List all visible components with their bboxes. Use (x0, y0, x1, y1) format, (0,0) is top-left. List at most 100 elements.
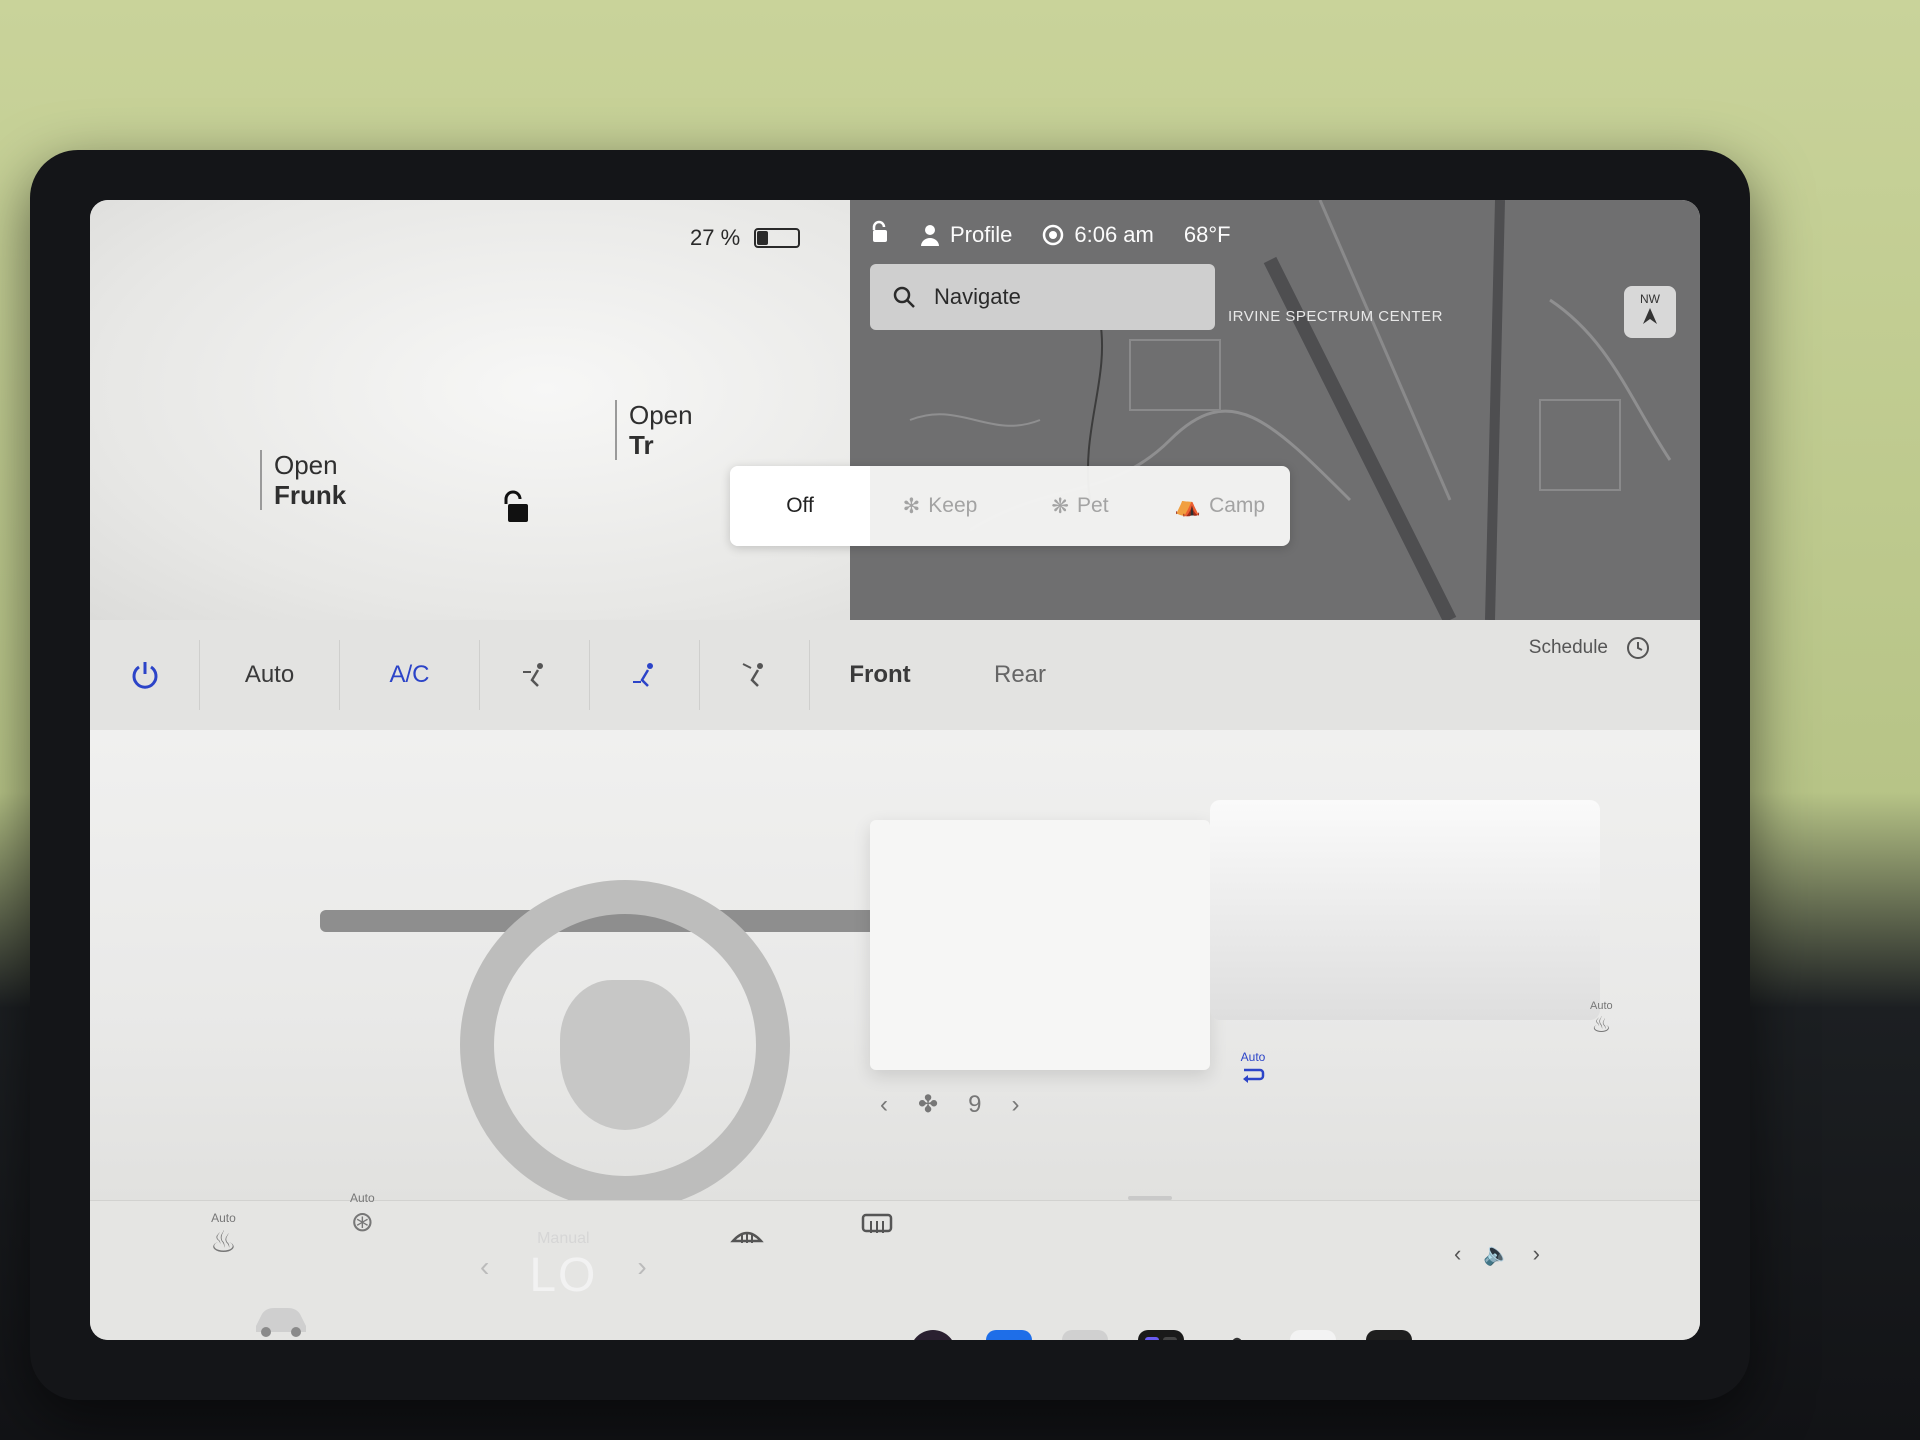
volume-increase-button[interactable]: › (1533, 1241, 1540, 1267)
steering-wheel-heat-button[interactable]: Auto ⊛ (350, 1191, 375, 1238)
ac-label: A/C (389, 661, 430, 688)
temp-decrease-button[interactable]: ‹ (480, 1251, 489, 1283)
mode-pet[interactable]: ❋ Pet (1010, 466, 1150, 546)
steering-heat-icon: ⊛ (350, 1206, 375, 1237)
rear-defrost-button[interactable] (860, 1211, 894, 1244)
front-label: Front (849, 661, 911, 688)
speaker-icon[interactable]: 🔈 (1483, 1241, 1510, 1267)
navigate-search[interactable]: Navigate (870, 264, 1215, 330)
mode-off-label: Off (786, 494, 814, 517)
app-launcher[interactable] (1138, 1330, 1184, 1340)
toybox-app[interactable] (1366, 1330, 1412, 1340)
auto-label: Auto (244, 661, 295, 688)
seat-heat-icon: ♨ (210, 1226, 237, 1259)
manual-app[interactable]: i (1062, 1330, 1108, 1340)
tent-icon: ⛺ (1174, 494, 1202, 517)
climate-power-button[interactable] (90, 640, 200, 710)
tab-rear[interactable]: Rear (950, 640, 1090, 710)
mode-off[interactable]: Off (730, 466, 870, 546)
rear-defrost-icon (861, 1213, 893, 1233)
schedule-button[interactable]: Schedule (1529, 636, 1650, 660)
notepad-app[interactable]: ≣ (1290, 1330, 1336, 1340)
driver-seat-auto-label: Auto (211, 1211, 236, 1225)
open-frunk-button[interactable]: Open Frunk (260, 450, 346, 510)
fan-icon: ✤ (918, 1091, 939, 1118)
battery-fill (757, 231, 769, 245)
auto-button[interactable]: Auto (200, 640, 340, 710)
person-icon (921, 225, 939, 246)
battery-icon (754, 228, 801, 248)
compass-button[interactable]: NW (1624, 286, 1676, 338)
active-app-indicator (1128, 1196, 1172, 1200)
fan-speed-control: ‹ ✤ 9 › (880, 1090, 1019, 1119)
lock-status-icon[interactable] (870, 220, 890, 250)
rear-label: Rear (993, 661, 1047, 688)
temp-increase-button[interactable]: › (637, 1251, 646, 1283)
airflow-windshield-button[interactable] (700, 640, 810, 710)
navigate-placeholder: Navigate (934, 284, 1021, 309)
fan-icon: ✻ (902, 494, 921, 518)
driver-seat-heat-button[interactable]: Auto ♨ (210, 1211, 237, 1260)
mode-camp-label: Camp (1209, 494, 1266, 517)
front-defrost-icon (730, 1231, 764, 1243)
cabin-temperature-control: ‹ Manual LO › (480, 1230, 647, 1303)
recirculate-auto-label: Auto (1240, 1050, 1266, 1064)
trunk-label-line2: Tr (629, 430, 654, 460)
touchscreen: 27 % Open Frunk Open Tr Profile 6:06 am … (90, 200, 1700, 1340)
tab-front[interactable]: Front (810, 640, 950, 710)
front-defrost-button[interactable] (730, 1221, 764, 1254)
fan-decrease-button[interactable]: ‹ (880, 1091, 888, 1119)
temperature-display[interactable]: Manual LO (529, 1230, 597, 1303)
sentry-icon (1043, 224, 1064, 246)
car-icon[interactable] (250, 1300, 310, 1340)
fan-increase-button[interactable]: › (1011, 1091, 1019, 1119)
recirculate-icon (1243, 1068, 1265, 1083)
clock: 6:06 am (1042, 222, 1154, 248)
airflow-feet-button[interactable] (590, 640, 700, 710)
open-trunk-button[interactable]: Open Tr (615, 400, 693, 460)
status-bar: 27 % (690, 218, 801, 258)
app-launcher-icon (1145, 1337, 1177, 1340)
mode-camp[interactable]: ⛺ Camp (1150, 466, 1290, 546)
volume-decrease-button[interactable]: ‹ (1454, 1241, 1461, 1267)
camera-app[interactable] (910, 1330, 956, 1340)
fan-icon: ✤ (1221, 1331, 1253, 1341)
airflow-windshield-icon (742, 663, 763, 687)
map-top-bar: Profile 6:06 am 68°F (850, 212, 1231, 258)
battery-percent: 27 % (690, 225, 741, 250)
map-place-label: IRVINE SPECTRUM CENTER (1228, 308, 1443, 325)
airflow-face-button[interactable] (480, 640, 590, 710)
climate-keeper-mode-bar: Off ✻ Keep ❋ Pet ⛺ Camp (730, 466, 1290, 546)
paw-icon: ❋ (1051, 494, 1070, 518)
unlock-icon[interactable] (500, 490, 530, 524)
center-display-panel (870, 820, 1210, 1070)
ac-button[interactable]: A/C (340, 640, 480, 710)
outside-temperature: 68°F (1183, 222, 1231, 247)
manual-icon: i (1081, 1338, 1088, 1340)
fan-speed-value: 9 (968, 1090, 982, 1118)
north-arrow-icon (1643, 308, 1657, 324)
climate-app[interactable]: ✤ (1214, 1330, 1260, 1341)
bluetooth-icon: ᛒ (1001, 1338, 1017, 1341)
car-panel: 27 % Open Frunk Open Tr (90, 200, 850, 620)
search-icon (893, 286, 915, 308)
steering-wheel-hub (560, 980, 690, 1130)
airflow-feet-icon (632, 663, 653, 687)
profile-button[interactable]: Profile (920, 222, 1012, 248)
airflow-face-icon (522, 663, 543, 687)
bluetooth-app[interactable]: ᛒ (986, 1330, 1032, 1340)
map-view[interactable]: Profile 6:06 am 68°F Navigate IRVINE SPE… (850, 200, 1700, 620)
temp-value: LO (529, 1249, 598, 1302)
passenger-seat-heat-button[interactable]: Auto ♨ (1590, 1000, 1613, 1038)
temp-mode-label: Manual (537, 1230, 590, 1247)
wheel-heat-auto-label: Auto (350, 1191, 375, 1205)
volume-control: ‹ 🔈 › (1454, 1241, 1540, 1267)
frunk-label-line1: Open (274, 450, 338, 480)
passenger-seat-auto-label: Auto (1590, 1000, 1613, 1012)
climate-control-row: Auto A/C Front Rear (90, 620, 1700, 730)
recirculate-button[interactable]: Auto (1240, 1050, 1266, 1089)
trunk-label-line1: Open (629, 400, 693, 430)
mode-keep[interactable]: ✻ Keep (870, 466, 1010, 546)
profile-label: Profile (950, 222, 1013, 247)
map-roads (909, 200, 1672, 620)
